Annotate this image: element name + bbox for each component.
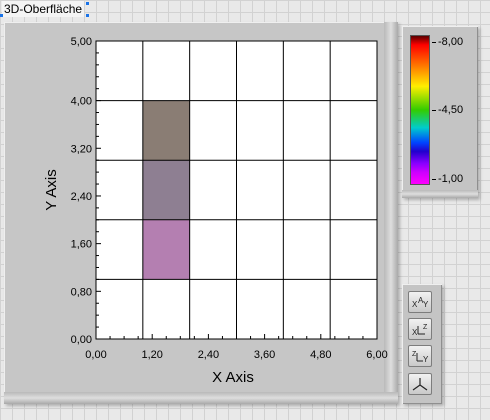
xz-plane-view-button[interactable]: X Z [408, 318, 432, 340]
y-tick-label: 0,00 [71, 334, 92, 346]
heatmap-cell-1 [142, 160, 190, 220]
y-tick-labels: 0,00 0,80 1,60 2,40 3,20 4,00 5,00 [71, 36, 92, 346]
color-scale-tick-high [432, 42, 436, 43]
color-scale-frame-edge [402, 190, 478, 198]
y-tick-label: 5,00 [71, 36, 92, 48]
xy-plane-view-icon: X A Y [412, 296, 429, 309]
color-scale-label-mid: -4,50 [438, 104, 464, 116]
x-axis-label: X Axis [212, 369, 254, 386]
svg-text:X: X [412, 328, 418, 336]
xz-plane-view-icon: X Z [412, 324, 428, 336]
x-tick-label: 4,80 [310, 349, 331, 361]
color-scale-tick-low [432, 179, 436, 180]
x-tick-label: 0,00 [85, 349, 106, 361]
yz-plane-view-icon: Z Y [412, 351, 429, 363]
y-tick-label: 3,20 [71, 143, 92, 155]
svg-text:Z: Z [412, 351, 417, 358]
y-axis-label: Y Axis [43, 169, 60, 210]
svg-text:Z: Z [423, 324, 428, 331]
y-tick-label: 1,60 [71, 239, 92, 251]
x-tick-label: 3,60 [254, 349, 275, 361]
heatmap-cells [142, 100, 190, 280]
xy-plane-view-button[interactable]: X A Y [408, 291, 432, 313]
heatmap-cell-0 [142, 219, 190, 280]
svg-text:Y: Y [423, 300, 429, 309]
svg-text:Y: Y [423, 355, 429, 363]
yz-plane-view-button[interactable]: Z Y [408, 345, 432, 367]
y-tick-label: 4,00 [71, 96, 92, 108]
y-tick-label: 0,80 [71, 286, 92, 298]
x-tick-label: 1,20 [141, 349, 162, 361]
heatmap-cell-2 [142, 100, 190, 161]
color-scale-label-high: -8,00 [438, 36, 464, 48]
y-tick-label: 2,40 [71, 191, 92, 203]
3d-view-icon [412, 378, 428, 391]
3d-view-button[interactable] [408, 373, 432, 395]
x-tick-label: 6,00 [366, 349, 387, 361]
color-scale-bar[interactable] [410, 35, 430, 185]
x-tick-labels: 0,00 1,20 2,40 3,60 4,80 6,00 [85, 349, 387, 361]
color-scale-label-low: -1,00 [438, 173, 464, 185]
color-scale-tick-mid [432, 110, 436, 111]
x-tick-label: 2,40 [198, 349, 219, 361]
